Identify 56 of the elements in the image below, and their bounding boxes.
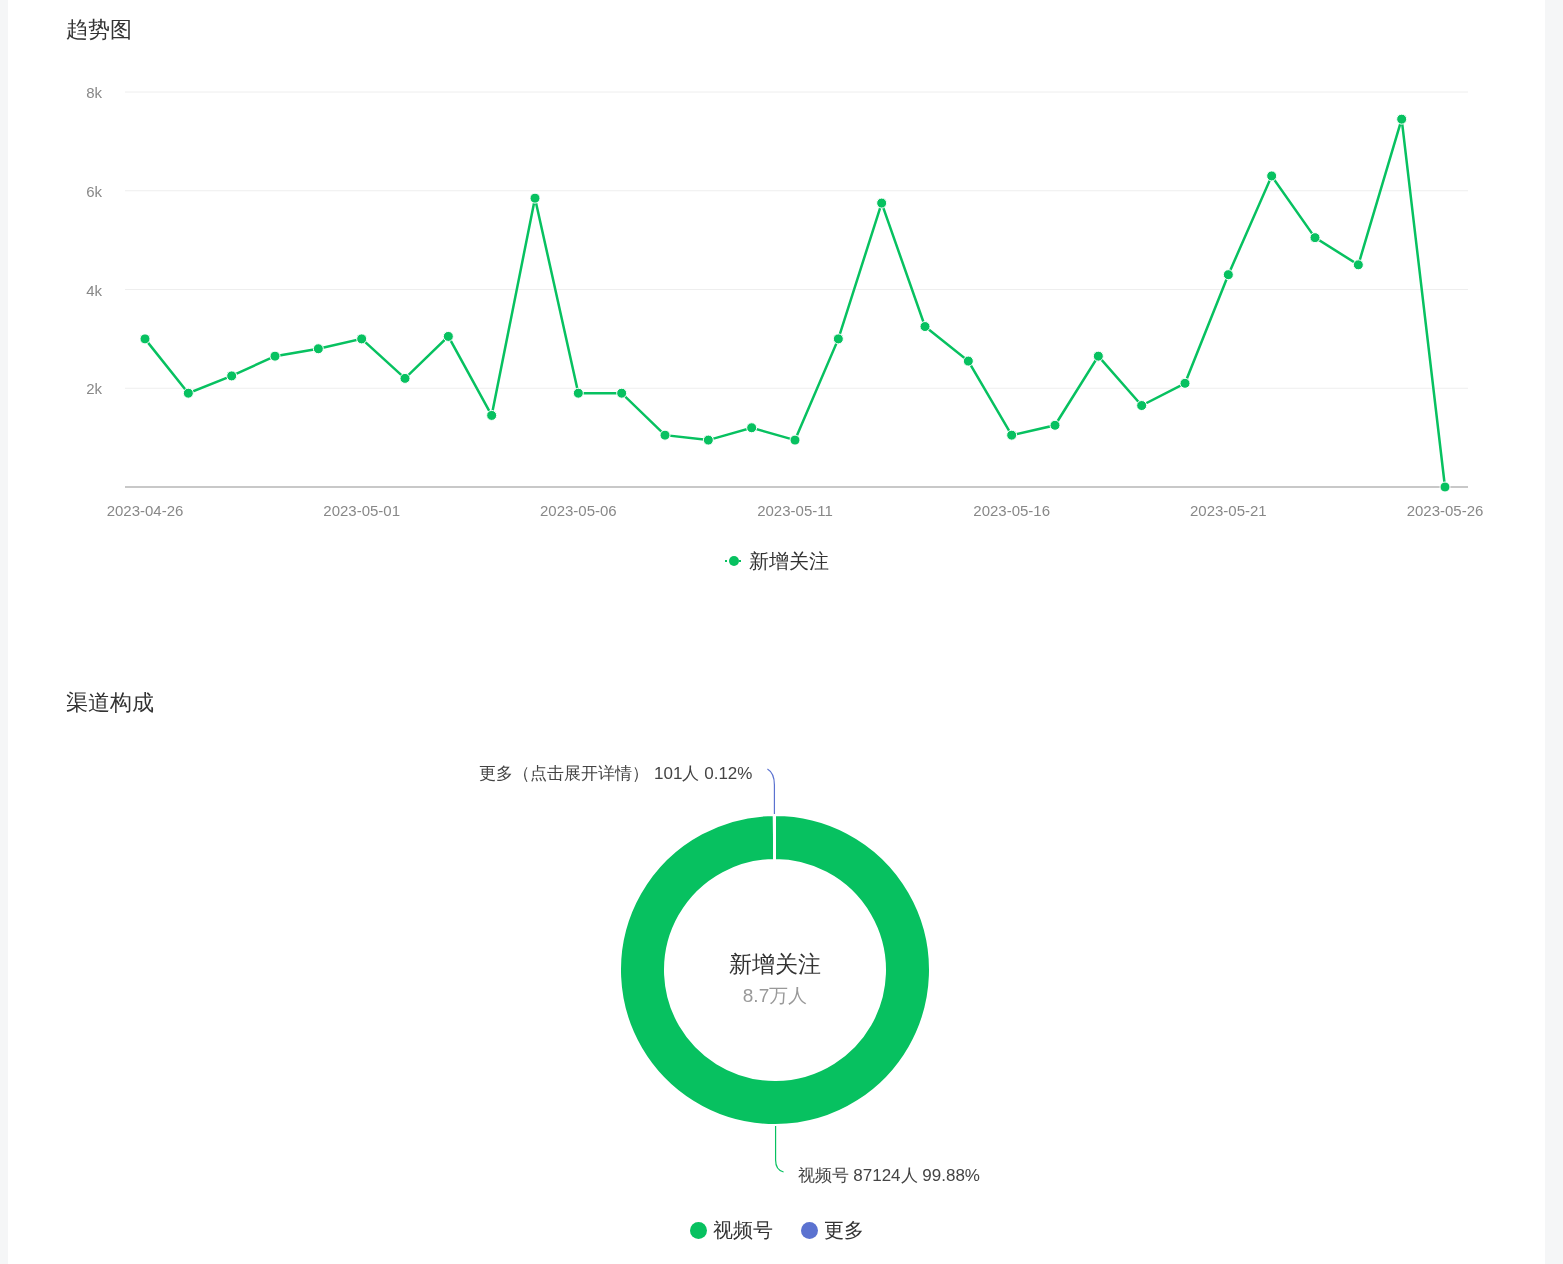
data-point bbox=[356, 333, 368, 345]
data-point bbox=[1179, 377, 1191, 389]
axis-label: 8k bbox=[86, 84, 102, 101]
data-point bbox=[746, 422, 758, 434]
center-value: 8.7万人 bbox=[742, 985, 808, 1006]
data-point bbox=[702, 434, 714, 446]
leader-line bbox=[775, 1125, 785, 1173]
data-point bbox=[1396, 113, 1408, 125]
axis-label: 2023-05-01 bbox=[323, 502, 401, 519]
slice-label[interactable]: 视频号 87124人 99.88% bbox=[797, 1166, 980, 1185]
data-point bbox=[962, 355, 974, 367]
leader-line bbox=[766, 768, 775, 815]
data-point bbox=[269, 350, 281, 362]
axis-label: 2023-05-06 bbox=[539, 502, 617, 519]
axis-label: 2023-04-26 bbox=[106, 502, 184, 519]
data-point bbox=[1309, 232, 1321, 244]
data-point bbox=[529, 192, 541, 204]
center-title: 新增关注 bbox=[729, 951, 821, 977]
data-point bbox=[442, 330, 454, 342]
data-point bbox=[226, 370, 238, 382]
data-point bbox=[182, 387, 194, 399]
data-point bbox=[919, 321, 931, 333]
data-point bbox=[139, 333, 151, 345]
data-point bbox=[1092, 350, 1104, 362]
data-point bbox=[312, 343, 324, 355]
legend-label[interactable]: 新增关注 bbox=[748, 547, 829, 575]
data-point bbox=[1266, 170, 1278, 182]
donut-slice[interactable] bbox=[772, 814, 776, 861]
axis-label: 2023-05-21 bbox=[1189, 502, 1267, 519]
data-point bbox=[1006, 429, 1018, 441]
data-point bbox=[486, 409, 498, 421]
data-point bbox=[1222, 269, 1234, 281]
data-point bbox=[572, 387, 584, 399]
section-title: 趋势图 bbox=[66, 16, 133, 44]
data-point bbox=[399, 372, 411, 384]
legend-marker-icon bbox=[724, 556, 743, 566]
section-title: 渠道构成 bbox=[66, 689, 155, 717]
legend-label[interactable]: 视频号 bbox=[712, 1216, 773, 1244]
axis-label: 4k bbox=[86, 281, 102, 299]
data-point bbox=[1049, 419, 1061, 431]
axis-label: 6k bbox=[86, 182, 102, 200]
data-point bbox=[1352, 259, 1364, 271]
data-point bbox=[789, 434, 801, 446]
data-point bbox=[659, 429, 671, 441]
donut-slice[interactable] bbox=[619, 814, 931, 1126]
axis-label: 2k bbox=[86, 380, 102, 398]
axis-label: 2023-05-11 bbox=[757, 502, 833, 519]
slice-label[interactable]: 更多（点击展开详情） 101人 0.12% bbox=[479, 764, 753, 783]
legend-label[interactable]: 更多 bbox=[823, 1216, 864, 1244]
axis-label: 2023-05-26 bbox=[1406, 502, 1484, 519]
data-point bbox=[1136, 400, 1148, 412]
data-point bbox=[876, 197, 888, 209]
data-point bbox=[832, 333, 844, 345]
axis-label: 2023-05-16 bbox=[973, 502, 1051, 519]
data-point bbox=[616, 387, 628, 399]
data-point bbox=[1439, 481, 1451, 493]
